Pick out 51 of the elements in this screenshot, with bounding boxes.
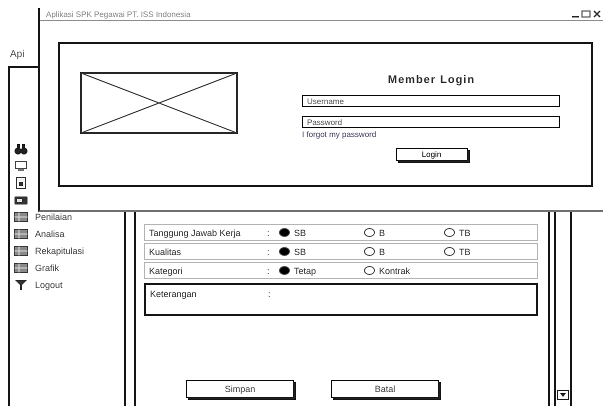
form-button[interactable]: Batal	[331, 380, 439, 398]
input-field[interactable]: Username	[302, 95, 560, 107]
radio-button[interactable]	[364, 247, 375, 256]
option-label: B	[379, 246, 386, 256]
form-button[interactable]: Simpan	[186, 380, 294, 398]
table-icon[interactable]	[14, 262, 28, 274]
window-controls-icon[interactable]	[571, 10, 601, 18]
radio-button[interactable]	[279, 228, 290, 237]
card-icon[interactable]	[14, 194, 28, 206]
radio-button[interactable]	[279, 266, 290, 275]
scroll-down-icon[interactable]	[557, 390, 569, 400]
funnel-icon[interactable]	[14, 278, 28, 290]
menu-item[interactable]: Penilaian	[35, 212, 72, 222]
field-label: Tanggung Jawab Kerja	[149, 228, 242, 238]
window-title: Aplikasi SPK Pegawai PT. ISS Indonesia	[46, 10, 191, 18]
colon-separator: :	[267, 246, 271, 256]
field-label: Keterangan	[150, 289, 198, 299]
field-label: Kualitas	[149, 246, 182, 256]
image-placeholder-icon	[80, 72, 238, 134]
monitor-icon[interactable]	[14, 160, 28, 172]
table-icon[interactable]	[14, 244, 28, 256]
option-label: TB	[459, 228, 471, 238]
document-icon[interactable]	[14, 176, 28, 188]
menu-item[interactable]: Grafik	[35, 262, 60, 272]
login-heading: Member Login	[388, 74, 476, 86]
radio-button[interactable]	[364, 228, 375, 237]
window-title: Api	[10, 49, 26, 61]
login-button[interactable]: Login	[396, 148, 468, 161]
radio-button[interactable]	[279, 247, 290, 256]
option-label: SB	[294, 246, 306, 256]
menu-item[interactable]: Logout	[35, 280, 63, 290]
colon-separator: :	[268, 289, 272, 299]
table-icon[interactable]	[14, 228, 28, 240]
radio-button[interactable]	[444, 228, 455, 237]
forgot-password-link[interactable]: I forgot my password	[302, 130, 376, 139]
text-area[interactable]: Keterangan :	[144, 283, 538, 316]
binoculars-icon[interactable]	[14, 142, 28, 154]
option-label: SB	[294, 228, 306, 238]
option-label: Tetap	[294, 266, 316, 276]
table-icon[interactable]	[14, 210, 28, 222]
menu-item[interactable]: Rekapitulasi	[35, 246, 84, 256]
radio-button[interactable]	[444, 247, 455, 256]
menu-item[interactable]: Analisa	[35, 228, 65, 238]
colon-separator: :	[267, 228, 271, 238]
radio-button[interactable]	[364, 266, 375, 275]
field-label: Kategori	[149, 266, 184, 276]
colon-separator: :	[267, 266, 271, 276]
input-field[interactable]: Password	[302, 116, 560, 128]
option-label: TB	[459, 246, 471, 256]
option-label: Kontrak	[379, 266, 410, 276]
option-label: B	[379, 228, 386, 238]
